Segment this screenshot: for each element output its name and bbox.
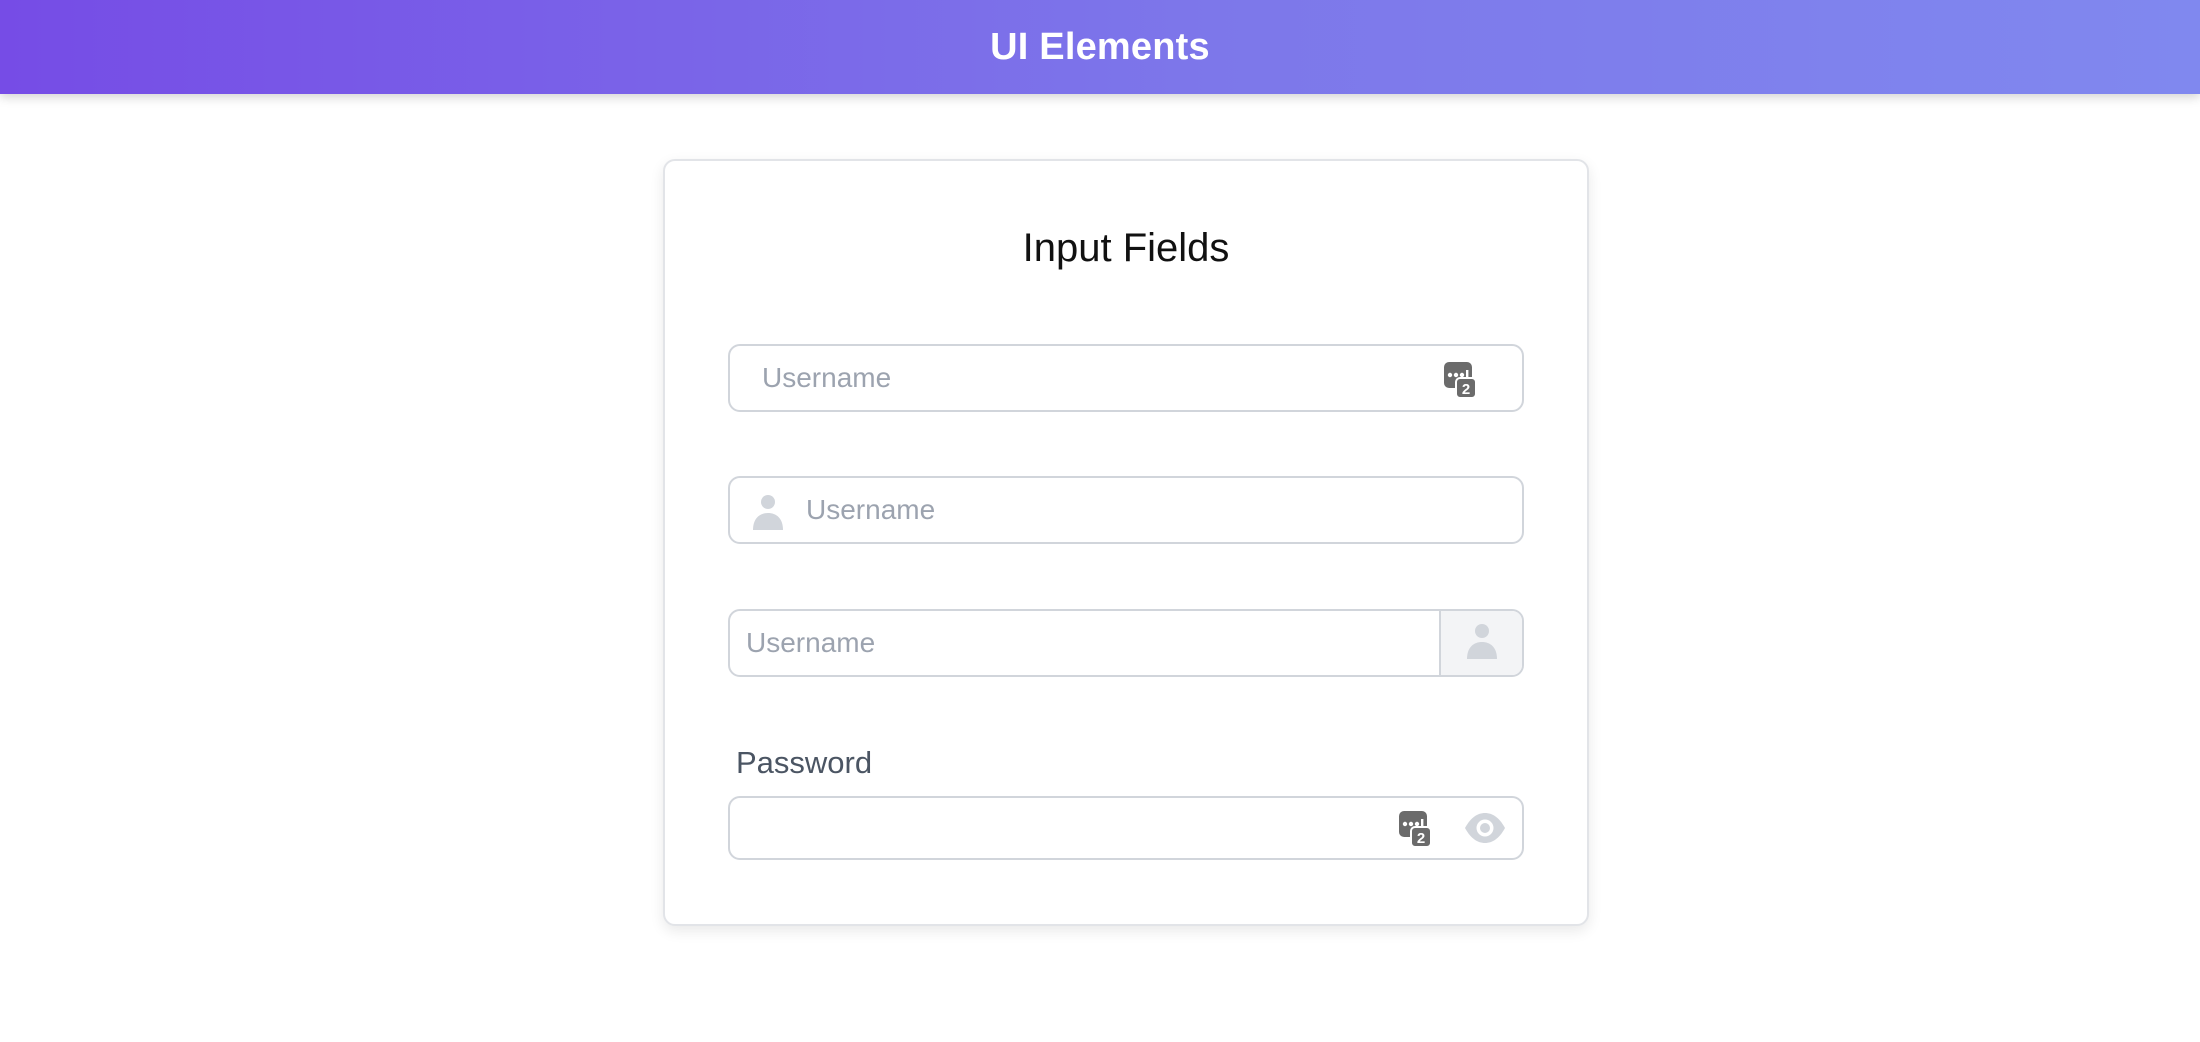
app-header: UI Elements <box>0 0 2200 94</box>
username-input-1[interactable] <box>762 346 1442 410</box>
username-input-2[interactable] <box>806 478 1506 542</box>
username-field-trailing-icon[interactable]: 2 <box>728 344 1524 412</box>
password-label: Password <box>736 745 873 780</box>
svg-text:2: 2 <box>1417 830 1425 847</box>
svg-text:2: 2 <box>1462 381 1470 398</box>
password-field[interactable]: 2 <box>728 796 1524 860</box>
password-manager-icon[interactable]: 2 <box>1443 361 1477 404</box>
username-field-addon[interactable] <box>728 609 1524 677</box>
password-input[interactable] <box>746 798 1386 858</box>
eye-icon[interactable] <box>1463 811 1507 850</box>
username-input-3[interactable] <box>746 611 1446 675</box>
password-manager-icon[interactable]: 2 <box>1398 810 1432 853</box>
user-addon <box>1439 611 1522 675</box>
app-title: UI Elements <box>990 25 1210 68</box>
user-icon <box>1464 622 1500 665</box>
user-icon <box>750 493 786 536</box>
username-field-leading-icon[interactable] <box>728 476 1524 544</box>
card-title: Input Fields <box>1022 226 1230 270</box>
